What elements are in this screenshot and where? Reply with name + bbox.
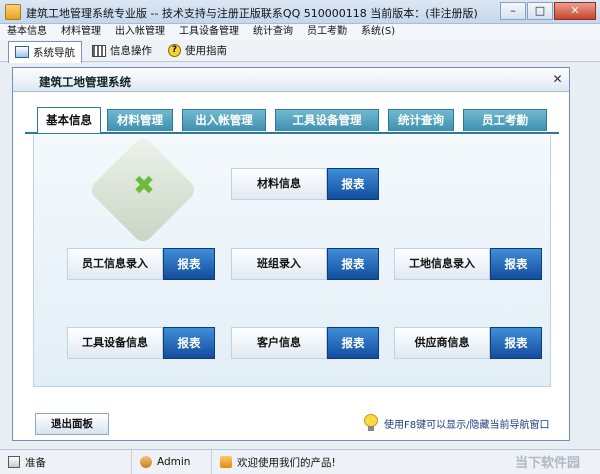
tab-strip: 基本信息 材料管理 出入帐管理 工具设备管理 统计查询 员工考勤 xyxy=(25,93,559,133)
user-guide-label: 使用指南 xyxy=(185,45,227,57)
site-entry-button[interactable]: 工地信息录入 xyxy=(394,248,490,280)
menu-accounts[interactable]: 出入帐管理 xyxy=(108,24,172,40)
grid-icon xyxy=(92,44,106,57)
minimize-button[interactable]: – xyxy=(500,2,526,20)
tab-materials[interactable]: 材料管理 xyxy=(107,109,173,131)
employee-entry-button[interactable]: 员工信息录入 xyxy=(67,248,163,280)
f8-hint-text: 使用F8键可以显示/隐藏当前导航窗口 xyxy=(384,420,550,431)
wrench-icon: ✖ xyxy=(133,171,155,201)
maximize-button[interactable]: □ xyxy=(527,2,553,20)
tab-content: ✖ 材料信息 报表 员工信息录入 报表 班组录入 报表 工地信息录入 报表 工具… xyxy=(33,134,551,387)
window-controls: – □ ✕ xyxy=(500,2,596,20)
status-welcome-text: 欢迎使用我们的产品! xyxy=(237,456,336,469)
panel-title: 建筑工地管理系统 xyxy=(39,75,131,89)
panel-close-icon[interactable]: ✕ xyxy=(551,73,564,86)
help-icon: ? xyxy=(168,44,181,57)
team-entry-card: 班组录入 报表 xyxy=(231,248,379,280)
exit-panel-button[interactable]: 退出面板 xyxy=(35,413,109,435)
menu-attendance[interactable]: 员工考勤 xyxy=(300,24,354,40)
menu-statistics[interactable]: 统计查询 xyxy=(246,24,300,40)
window-title: 建筑工地管理系统专业版 -- 技术支持与注册正版联系QQ 510000118 当… xyxy=(26,7,478,20)
window-title-bar: 建筑工地管理系统专业版 -- 技术支持与注册正版联系QQ 510000118 当… xyxy=(0,0,600,24)
tool-info-card: 工具设备信息 报表 xyxy=(67,327,215,359)
tab-attendance[interactable]: 员工考勤 xyxy=(463,109,547,131)
system-nav-button[interactable]: 系统导航 xyxy=(8,40,82,63)
navigation-icon xyxy=(15,46,29,58)
status-user: Admin xyxy=(132,449,212,474)
supplier-info-card: 供应商信息 报表 xyxy=(394,327,542,359)
ready-icon xyxy=(8,456,20,468)
employee-entry-card: 员工信息录入 报表 xyxy=(67,248,215,280)
supplier-info-button[interactable]: 供应商信息 xyxy=(394,327,490,359)
tab-tools[interactable]: 工具设备管理 xyxy=(275,109,379,131)
status-user-text: Admin xyxy=(157,456,191,468)
lightbulb-icon xyxy=(364,414,378,432)
tool-info-button[interactable]: 工具设备信息 xyxy=(67,327,163,359)
customer-report-button[interactable]: 报表 xyxy=(327,327,379,359)
info-operation-label: 信息操作 xyxy=(110,45,152,57)
menu-materials[interactable]: 材料管理 xyxy=(54,24,108,40)
customer-info-card: 客户信息 报表 xyxy=(231,327,379,359)
menu-tools[interactable]: 工具设备管理 xyxy=(172,24,246,40)
status-ready-text: 准备 xyxy=(25,456,46,469)
material-report-button[interactable]: 报表 xyxy=(327,168,379,200)
tab-basic-info[interactable]: 基本信息 xyxy=(37,107,101,133)
system-nav-label: 系统导航 xyxy=(33,46,75,59)
site-report-button[interactable]: 报表 xyxy=(490,248,542,280)
material-info-card: 材料信息 报表 xyxy=(231,168,379,200)
tab-statistics[interactable]: 统计查询 xyxy=(388,109,454,131)
status-ready: 准备 xyxy=(0,449,132,474)
watermark-logo: 当下软件园 xyxy=(514,456,580,471)
site-entry-card: 工地信息录入 报表 xyxy=(394,248,542,280)
team-report-button[interactable]: 报表 xyxy=(327,248,379,280)
message-icon xyxy=(220,456,232,468)
user-guide-button[interactable]: ? 使用指南 xyxy=(162,41,233,61)
tool-report-button[interactable]: 报表 xyxy=(163,327,215,359)
app-icon xyxy=(5,4,21,20)
status-bar: 准备 Admin 欢迎使用我们的产品! 当下软件园 xyxy=(0,449,600,474)
supplier-report-button[interactable]: 报表 xyxy=(490,327,542,359)
navigation-panel: 建筑工地管理系统 ✕ 基本信息 材料管理 出入帐管理 工具设备管理 统计查询 员… xyxy=(12,67,570,441)
panel-header: 建筑工地管理系统 ✕ xyxy=(13,68,569,92)
employee-report-button[interactable]: 报表 xyxy=(163,248,215,280)
toolbar: 系统导航 信息操作 ? 使用指南 xyxy=(0,40,600,63)
customer-info-button[interactable]: 客户信息 xyxy=(231,327,327,359)
material-info-button[interactable]: 材料信息 xyxy=(231,168,327,200)
tab-underline xyxy=(25,132,559,134)
status-welcome: 欢迎使用我们的产品! xyxy=(212,450,344,474)
close-window-button[interactable]: ✕ xyxy=(554,2,596,20)
user-icon xyxy=(140,456,152,468)
team-entry-button[interactable]: 班组录入 xyxy=(231,248,327,280)
menu-system[interactable]: 系统(S) xyxy=(354,24,402,40)
menu-bar: 基本信息 材料管理 出入帐管理 工具设备管理 统计查询 员工考勤 系统(S) xyxy=(0,24,600,40)
tab-accounts[interactable]: 出入帐管理 xyxy=(182,109,266,131)
menu-basic-info[interactable]: 基本信息 xyxy=(0,24,54,40)
info-operation-button[interactable]: 信息操作 xyxy=(86,41,158,61)
